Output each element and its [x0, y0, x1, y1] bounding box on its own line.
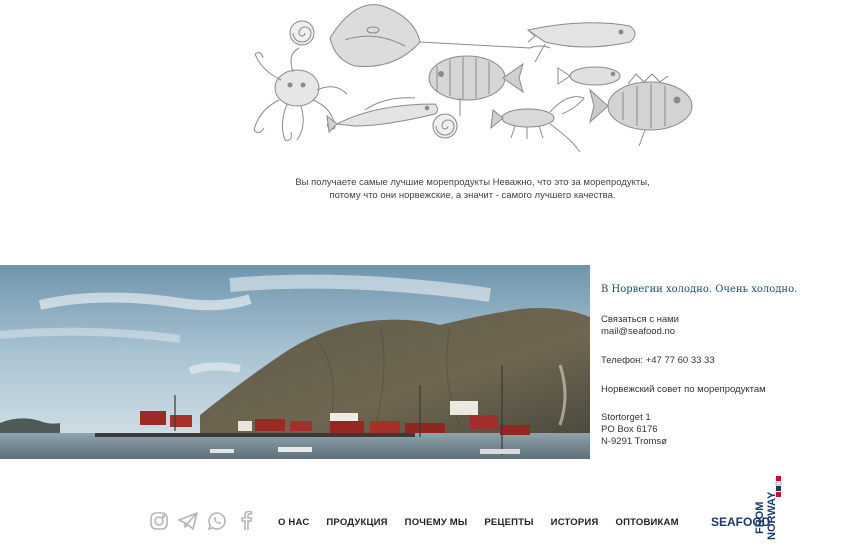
lofoten-photo [0, 265, 590, 459]
nav-history[interactable]: ИСТОРИЯ [551, 517, 599, 528]
bream-drawing [428, 55, 524, 116]
nav-recipes[interactable]: РЕЦЕПТЫ [484, 517, 533, 528]
telegram-icon[interactable] [177, 510, 199, 532]
flag-red-block-2 [776, 492, 781, 497]
phone-text[interactable]: Телефон: +47 77 60 33 33 [601, 355, 831, 367]
needlefish-drawing [526, 22, 636, 63]
instagram-icon[interactable] [148, 510, 170, 532]
scallop-drawing [432, 113, 458, 139]
contacts-headline: В Норвегии холодно. Очень холодно. [601, 284, 798, 295]
tagline-text: Вы получаете самые лучшие морепродукты Н… [295, 177, 650, 201]
flag-white-block [775, 481, 782, 486]
logo-word-norway: NORWAY [766, 491, 778, 540]
nav-wholesale[interactable]: ОПТОВИКАМ [615, 517, 678, 528]
address-line-1: Stortorget 1 [601, 412, 651, 423]
org-name: Норвежский совет по морепродуктам [601, 384, 766, 395]
address-line-2: PO Box 6176 [601, 424, 658, 435]
address-line-3: N-9291 Tromsø [601, 436, 667, 447]
flag-blue-block [776, 486, 781, 491]
nav-products[interactable]: ПРОДУКЦИЯ [326, 517, 387, 528]
sea-life-illustration [245, 0, 700, 158]
logo-word-from: FROM [754, 502, 766, 534]
stingray-drawing [329, 4, 551, 67]
email-link[interactable]: mail@seafood.no [601, 326, 831, 338]
nav-why-us[interactable]: ПОЧЕМУ МЫ [405, 517, 468, 528]
social-links [148, 510, 257, 532]
whatsapp-icon[interactable] [206, 510, 228, 532]
perch-drawing [589, 73, 693, 147]
flying-fish-drawing [326, 97, 438, 134]
flag-red-block [776, 476, 781, 481]
contacts-block: В Норвегии холодно. Очень холодно. Связа… [601, 284, 831, 448]
shell-drawing [289, 20, 315, 46]
small-fish-drawing [557, 66, 621, 86]
nav-about[interactable]: О НАС [278, 517, 309, 528]
lobster-drawing [490, 96, 585, 153]
seafood-from-norway-logo[interactable]: SEAFOOD FROM NORWAY [708, 470, 788, 546]
footer-nav: О НАС ПРОДУКЦИЯ ПОЧЕМУ МЫ РЕЦЕПТЫ ИСТОРИ… [278, 517, 679, 528]
facebook-icon[interactable] [235, 510, 257, 532]
contact-label: Связаться с нами [601, 314, 679, 325]
